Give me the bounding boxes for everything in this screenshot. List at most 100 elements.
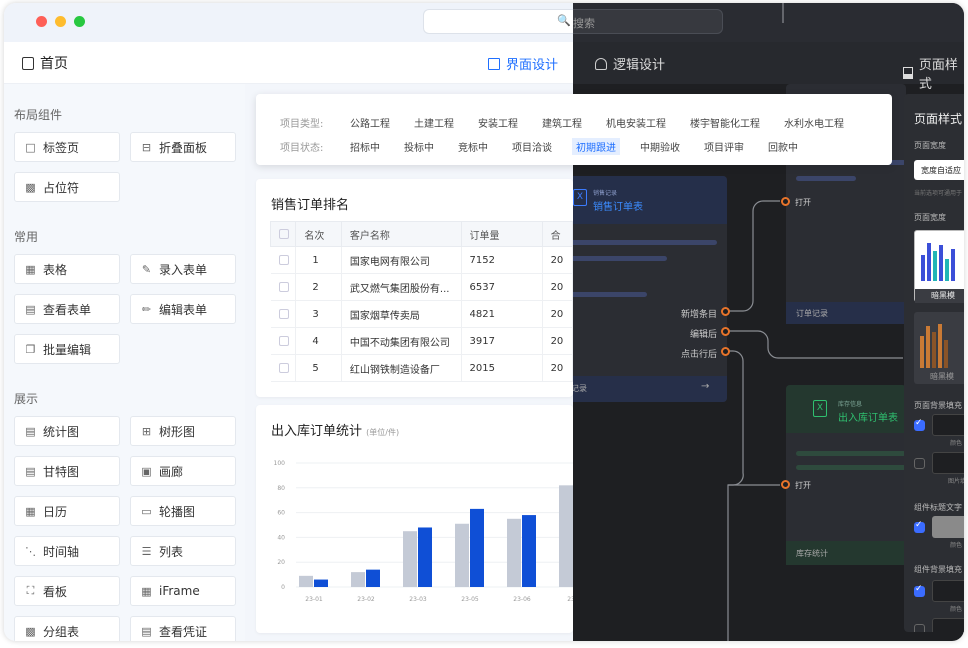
- row-checkbox[interactable]: [278, 308, 289, 319]
- arrow-right-icon[interactable]: →: [701, 381, 709, 392]
- header-cell: 客户名称: [340, 221, 462, 247]
- port-edit[interactable]: [721, 327, 730, 336]
- filter-option[interactable]: 中期验收: [640, 139, 680, 155]
- style-panel: 页面样式 页面宽度 宽度自适应 当前选项可通用于 页面宽度 暗黑模 暗黑模 页面…: [904, 94, 964, 632]
- sidebar-item-voucher[interactable]: ▤ 查看凭证: [130, 616, 236, 641]
- sidebar-item-form-view[interactable]: ▤ 查看表单: [14, 294, 120, 324]
- bar[interactable]: [403, 531, 417, 587]
- sidebar-item-kanban[interactable]: ⛶ 看板: [14, 576, 120, 606]
- panel-title: 页面样式: [914, 112, 963, 126]
- sidebar-item-list[interactable]: ☰ 列表: [130, 536, 236, 566]
- sidebar-item-placeholder[interactable]: ▩ 占位符: [14, 172, 120, 202]
- placeholder-bar: [796, 465, 906, 470]
- sidebar-item-pen[interactable]: ✏ 编辑表单: [130, 294, 236, 324]
- filter-option[interactable]: 初期跟进: [572, 138, 620, 155]
- comp-bg-swatch[interactable]: [932, 580, 964, 602]
- theme-preview-dark: [921, 243, 955, 281]
- extra-checkbox[interactable]: [914, 624, 925, 632]
- theme-light-card[interactable]: 暗黑模: [914, 312, 964, 384]
- close-dot[interactable]: [36, 16, 47, 27]
- filter-option[interactable]: 竞标中: [458, 139, 488, 155]
- filter-option[interactable]: 招标中: [350, 139, 380, 155]
- bar[interactable]: [314, 579, 328, 587]
- port-open-2[interactable]: [781, 480, 790, 489]
- sidebar-item-timeline[interactable]: ⋱ 时间轴: [14, 536, 120, 566]
- port-add[interactable]: [721, 307, 730, 316]
- stock-node[interactable]: X 库存信息 出入库订单表 库存统计: [786, 385, 906, 565]
- type-filter-row: 项目类型: 公路工程 土建工程 安装工程 建筑工程 机电安装工程 楼宇智能化工程 水利水电工程: [280, 115, 868, 130]
- sidebar-item-collapse[interactable]: ⊟ 折叠面板: [130, 132, 236, 162]
- rank-title: 销售订单排名: [271, 198, 350, 213]
- bar[interactable]: [559, 485, 573, 587]
- sidebar-item-carousel[interactable]: ▭ 轮播图: [130, 496, 236, 526]
- bar[interactable]: [455, 523, 469, 587]
- port-click[interactable]: [721, 347, 730, 356]
- x-tick-label: 23-06: [513, 596, 531, 603]
- bar[interactable]: [522, 515, 536, 587]
- sidebar-item-label: 轮播图: [159, 504, 196, 519]
- filter-option[interactable]: 水利水电工程: [784, 115, 844, 130]
- bg-image-swatch[interactable]: [932, 452, 964, 474]
- bar[interactable]: [470, 508, 484, 587]
- bar[interactable]: [507, 518, 521, 587]
- maximize-dot[interactable]: [74, 16, 85, 27]
- table-cell: 5: [295, 354, 342, 382]
- sidebar-item-group-table[interactable]: ▩ 分组表: [14, 616, 120, 641]
- sidebar-item-calendar[interactable]: ▦ 日历: [14, 496, 120, 526]
- sidebar-item-label: 表格: [43, 262, 68, 277]
- bg-color-checkbox[interactable]: ✓: [914, 418, 925, 431]
- row-checkbox[interactable]: [278, 281, 289, 292]
- row-checkbox[interactable]: [278, 254, 289, 265]
- filter-option[interactable]: 楼宇智能化工程: [690, 115, 760, 130]
- table-row[interactable]: 1 国家电网有限公司 7152 20: [270, 246, 573, 274]
- sidebar-item-image[interactable]: ▣ 画廊: [130, 456, 236, 486]
- tree-icon: ⊞: [141, 424, 152, 438]
- bg-image-checkbox[interactable]: [914, 458, 925, 469]
- comp-bg-checkbox[interactable]: ✓: [914, 584, 925, 597]
- search-input[interactable]: 🔍: [423, 9, 573, 34]
- bar[interactable]: [351, 572, 365, 587]
- title-color-swatch[interactable]: [932, 516, 964, 538]
- bar[interactable]: [418, 527, 432, 587]
- tab-ui-design[interactable]: 界面设计: [488, 54, 558, 73]
- sidebar-item-iframe[interactable]: ▦ iFrame: [130, 576, 236, 606]
- sidebar-item-chart[interactable]: ▤ 统计图: [14, 416, 120, 446]
- table-row[interactable]: 4 中国不动集团有限公司 3917 20: [270, 327, 573, 355]
- width-select[interactable]: 宽度自适应: [914, 160, 964, 180]
- table-row[interactable]: 2 武又燃气集团股份有... 6537 20: [270, 273, 573, 301]
- filter-option[interactable]: 公路工程: [350, 115, 390, 130]
- extra-swatch[interactable]: [932, 618, 964, 632]
- filter-option[interactable]: 安装工程: [478, 115, 518, 130]
- filter-option[interactable]: 土建工程: [414, 115, 454, 130]
- bg-color-swatch[interactable]: [932, 414, 964, 436]
- table-cell: 20: [542, 327, 573, 355]
- sidebar-item-folder[interactable]: □ 标签页: [14, 132, 120, 162]
- sidebar-item-tree[interactable]: ⊞ 树形图: [130, 416, 236, 446]
- bar[interactable]: [299, 575, 313, 587]
- filter-option[interactable]: 项目评审: [704, 139, 744, 155]
- sidebar-item-label: 甘特图: [43, 464, 80, 479]
- theme-dark-card[interactable]: 暗黑模: [914, 230, 964, 303]
- row-checkbox[interactable]: [278, 362, 289, 373]
- sidebar-item-table[interactable]: ▦ 表格: [14, 254, 120, 284]
- table-row[interactable]: 3 国家烟草传卖局 4821 20: [270, 300, 573, 328]
- filter-option[interactable]: 投标中: [404, 139, 434, 155]
- minimize-dot[interactable]: [55, 16, 66, 27]
- filter-option[interactable]: 机电安装工程: [606, 115, 666, 130]
- table-row[interactable]: 5 红山钢铁制造设备厂 2015 20: [270, 354, 573, 382]
- filter-option[interactable]: 项目洽谈: [512, 139, 552, 155]
- filter-option[interactable]: 建筑工程: [542, 115, 582, 130]
- bar[interactable]: [366, 569, 380, 587]
- row-checkbox[interactable]: [278, 335, 289, 346]
- port-open-1[interactable]: [781, 197, 790, 206]
- select-all-checkbox[interactable]: [279, 228, 289, 239]
- sidebar-item-form-edit[interactable]: ✎ 录入表单: [130, 254, 236, 284]
- sidebar-item-gantt[interactable]: ▤ 甘特图: [14, 456, 120, 486]
- filter-option[interactable]: 回款中: [768, 139, 798, 155]
- title-color-checkbox[interactable]: ✓: [914, 520, 925, 533]
- width-hint: 当前选项可通用于: [914, 190, 963, 197]
- sales-node[interactable]: X 销售记录 销售订单表 记录 →: [573, 176, 727, 402]
- sidebar-item-copy[interactable]: ❐ 批量编辑: [14, 334, 120, 364]
- placeholder-bar: [796, 451, 906, 456]
- home-tab[interactable]: 首页: [22, 53, 68, 73]
